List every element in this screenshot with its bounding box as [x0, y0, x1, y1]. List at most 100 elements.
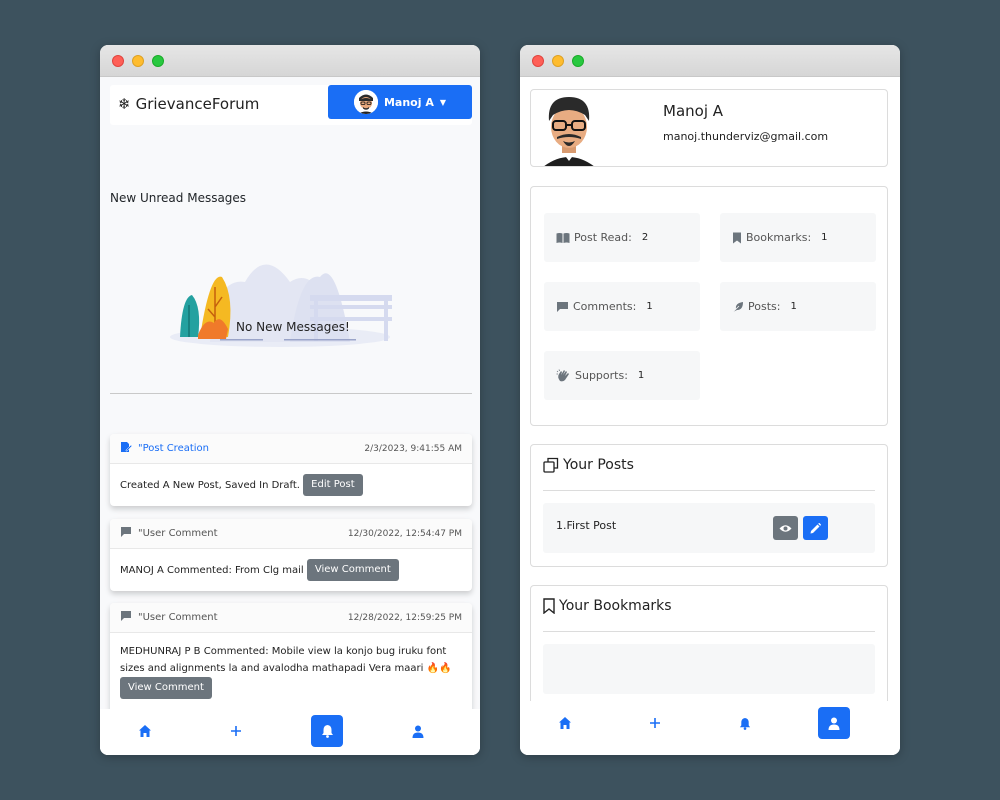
your-posts-title-text: Your Posts	[563, 457, 634, 473]
plus-icon	[231, 726, 241, 736]
home-icon	[559, 717, 571, 729]
nav-profile-button[interactable]	[402, 715, 434, 747]
stat-label: Supports:	[575, 369, 628, 382]
notification-body: Created A New Post, Saved In Draft. Edit…	[110, 464, 472, 506]
user-icon	[412, 725, 424, 738]
notification-card: "User Comment 12/28/2022, 12:59:25 PM ME…	[110, 603, 472, 713]
bottom-nav	[520, 701, 900, 747]
nav-notifications-button[interactable]	[311, 715, 343, 747]
stat-label: Bookmarks:	[746, 231, 812, 244]
view-comment-button[interactable]: View Comment	[120, 677, 212, 699]
stats-panel: Post Read: 2 Bookmarks: 1 Comments: 1 Po…	[530, 186, 888, 426]
nav-add-button[interactable]	[220, 715, 252, 747]
notifications-window: ❄ GrievanceForum Manoj A ▼ New Unread Me…	[100, 45, 480, 755]
stat-bookmarks: Bookmarks: 1	[720, 213, 876, 262]
user-dropdown-button[interactable]: Manoj A ▼	[328, 85, 472, 119]
bell-icon	[321, 725, 333, 738]
maximize-window-button[interactable]	[572, 55, 584, 67]
edit-post-button[interactable]: Edit Post	[303, 474, 363, 496]
notification-time: 12/30/2022, 12:54:47 PM	[347, 528, 462, 539]
your-posts-title: Your Posts	[543, 457, 634, 473]
notification-time: 12/28/2022, 12:59:25 PM	[347, 612, 462, 623]
view-post-button[interactable]	[773, 516, 798, 540]
nav-add-button[interactable]	[639, 707, 671, 739]
list-item	[543, 644, 875, 694]
stat-posts: Posts: 1	[720, 282, 876, 331]
your-bookmarks-title: Your Bookmarks	[543, 598, 672, 614]
profile-email: manoj.thunderviz@gmail.com	[663, 130, 829, 143]
stat-value: 1	[637, 370, 645, 381]
pencil-icon	[810, 522, 821, 533]
post-title: 1.First Post	[556, 519, 617, 532]
window-titlebar	[100, 45, 480, 77]
close-window-button[interactable]	[112, 55, 124, 67]
stat-comments: Comments: 1	[544, 282, 700, 331]
maximize-window-button[interactable]	[152, 55, 164, 67]
stat-supports: Supports: 1	[544, 351, 700, 400]
empty-state-illustration	[170, 264, 392, 347]
nav-home-button[interactable]	[129, 715, 161, 747]
your-posts-panel: Your Posts 1.First Post	[530, 444, 888, 567]
caret-down-icon: ▼	[439, 97, 447, 107]
feather-icon	[732, 301, 744, 313]
notification-header: "User Comment 12/28/2022, 12:59:25 PM	[110, 603, 472, 633]
nav-home-button[interactable]	[549, 707, 581, 739]
stat-value: 1	[790, 301, 797, 312]
stat-value: 1	[646, 301, 653, 312]
minimize-window-button[interactable]	[552, 55, 564, 67]
window-titlebar	[520, 45, 900, 77]
notification-time: 2/3/2023, 9:41:55 AM	[364, 443, 462, 454]
comment-icon	[120, 526, 132, 541]
view-comment-button[interactable]: View Comment	[306, 559, 399, 581]
bell-icon	[739, 717, 751, 730]
notification-body: MEDHUNRAJ P B Commented: Mobile view la …	[110, 633, 472, 709]
brand-name: GrievanceForum	[135, 95, 260, 113]
edit-post-button[interactable]	[803, 516, 828, 540]
profile-name: Manoj A	[663, 102, 724, 120]
edit-document-icon	[120, 441, 133, 456]
profile-avatar	[544, 97, 594, 166]
copy-icon	[543, 457, 559, 473]
profile-window: Manoj A manoj.thunderviz@gmail.com Post …	[520, 45, 900, 755]
home-icon	[139, 725, 151, 737]
divider	[543, 490, 875, 491]
notification-card: "Post Creation 2/3/2023, 9:41:55 AM Crea…	[110, 434, 472, 506]
clapping-hands-icon	[556, 369, 571, 382]
notification-body: MANOJ A Commented: From Clg mail View Co…	[110, 549, 472, 591]
your-bookmarks-title-text: Your Bookmarks	[559, 598, 672, 614]
top-navbar: ❄ GrievanceForum Manoj A ▼	[110, 85, 472, 125]
notification-text: Created A New Post, Saved In Draft.	[120, 480, 300, 491]
notification-type: "Post Creation	[138, 443, 210, 454]
stat-label: Comments:	[573, 300, 637, 313]
stat-post-read: Post Read: 2	[544, 213, 700, 262]
comment-icon	[120, 610, 132, 625]
brand-link[interactable]: ❄ GrievanceForum	[118, 95, 259, 113]
divider	[110, 393, 472, 394]
nav-notifications-button[interactable]	[729, 707, 761, 739]
notification-card: "User Comment 12/30/2022, 12:54:47 PM MA…	[110, 519, 472, 591]
plus-icon	[650, 718, 660, 728]
notification-text: MEDHUNRAJ P B Commented: Mobile view la …	[120, 646, 452, 674]
stat-label: Post Read:	[574, 231, 632, 244]
stat-value: 1	[821, 232, 828, 243]
snowflake-icon: ❄	[118, 95, 131, 113]
notification-type: "User Comment	[138, 612, 218, 623]
minimize-window-button[interactable]	[132, 55, 144, 67]
bookmark-icon	[543, 598, 555, 614]
section-title: New Unread Messages	[110, 191, 247, 205]
comment-icon	[556, 301, 569, 313]
stat-label: Posts:	[748, 300, 781, 313]
close-window-button[interactable]	[532, 55, 544, 67]
avatar	[353, 90, 378, 114]
notification-header: "User Comment 12/30/2022, 12:54:47 PM	[110, 519, 472, 549]
bookmark-icon	[732, 232, 742, 244]
user-name: Manoj A	[383, 95, 434, 109]
book-open-icon	[556, 232, 570, 244]
bottom-nav	[100, 709, 480, 755]
stat-value: 2	[641, 232, 649, 243]
divider	[543, 631, 875, 632]
eye-icon	[779, 524, 792, 532]
empty-state-text: No New Messages!	[236, 320, 350, 334]
list-item: 1.First Post	[543, 503, 875, 553]
nav-profile-button[interactable]	[818, 707, 850, 739]
